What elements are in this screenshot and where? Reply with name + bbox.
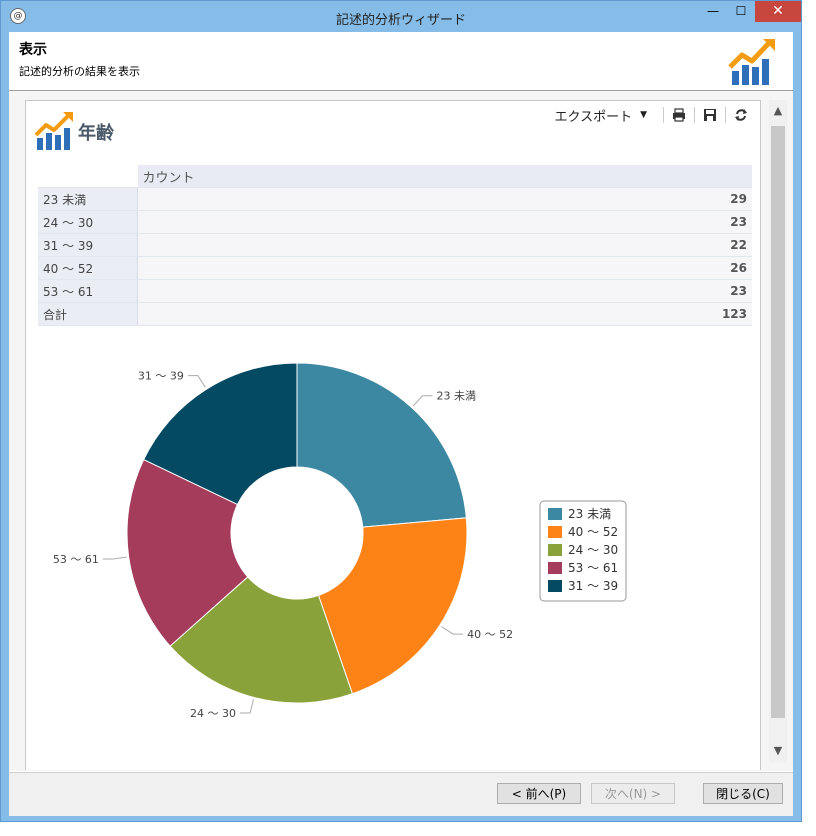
- pie-slice-23[interactable]: [296, 362, 467, 528]
- legend-label[interactable]: 53 ～ 61: [568, 561, 618, 575]
- print-icon[interactable]: [670, 106, 688, 124]
- legend-label[interactable]: 24 ～ 30: [568, 543, 618, 557]
- total-label: 合計: [38, 302, 138, 326]
- window-title: 記述的分析ウィザード: [335, 13, 466, 28]
- vertical-scrollbar[interactable]: ▲ ▼: [769, 100, 787, 762]
- slice-label: 23 未満: [437, 390, 477, 403]
- chart-legend: 23 未満 40 ～ 52 24 ～ 30 53 ～ 61 31 ～ 39: [539, 500, 627, 602]
- column-header-count: カウント: [137, 165, 752, 188]
- table-row: 40 ～ 52 26: [38, 256, 752, 280]
- analytics-chart-icon: [34, 112, 73, 150]
- title-bar: @ 記述的分析ウィザード — ☐ ✕: [1, 1, 801, 32]
- table-row: 53 ～ 61 23: [38, 279, 752, 303]
- legend-swatch: [548, 508, 562, 520]
- age-donut-chart: 23 未満 40 ～ 52 24 ～ 30 53 ～ 61 31 ～ 39 23 未満 40…: [53, 362, 627, 720]
- row-label: 40 ～ 52: [38, 256, 138, 280]
- count-table: カウント 23 未満 29 24 ～ 30 23 31 ～ 39 22 40 ～…: [38, 165, 752, 326]
- slice-leader-line: [441, 626, 464, 635]
- legend-swatch: [548, 562, 562, 574]
- scroll-up-icon[interactable]: ▲: [769, 100, 787, 122]
- table-row: 31 ～ 39 22: [38, 233, 752, 257]
- maximize-button[interactable]: ☐: [727, 1, 755, 22]
- slice-leader-line: [412, 395, 433, 407]
- table-row: 24 ～ 30 23: [38, 210, 752, 234]
- slice-leader-line: [187, 375, 206, 388]
- row-label: 31 ～ 39: [38, 233, 138, 257]
- legend-label[interactable]: 31 ～ 39: [568, 579, 618, 593]
- slice-label: 40 ～ 52: [467, 628, 513, 641]
- save-icon[interactable]: [701, 106, 719, 124]
- page-title: 表示: [19, 42, 47, 58]
- toolbar-separator: [663, 107, 664, 123]
- table-corner-cell: [38, 165, 138, 188]
- legend-swatch: [548, 544, 562, 556]
- row-value: 22: [137, 233, 752, 257]
- window-close-button[interactable]: ✕: [755, 1, 801, 22]
- export-dropdown-arrow-icon[interactable]: ▼: [640, 110, 647, 120]
- scroll-thumb[interactable]: [771, 126, 785, 718]
- refresh-icon[interactable]: [732, 106, 750, 124]
- total-value: 123: [137, 302, 752, 326]
- row-label: 24 ～ 30: [38, 210, 138, 234]
- toolbar-separator: [694, 107, 695, 123]
- analytics-logo-icon: [728, 39, 775, 85]
- legend-swatch: [548, 580, 562, 592]
- export-menu[interactable]: エクスポート: [554, 106, 632, 125]
- next-button[interactable]: 次へ(N) >: [591, 783, 675, 804]
- table-total-row: 合計 123: [38, 302, 752, 326]
- client-area: 表示 記述的分析の結果を表示 年齢 エクスポート ▼ カウント 23 未満 29…: [9, 32, 793, 816]
- panel-title: 年齢: [78, 123, 114, 144]
- page-subtitle: 記述的分析の結果を表示: [19, 65, 140, 78]
- table-row: 23 未満 29: [38, 187, 752, 211]
- close-button[interactable]: 閉じる(C): [703, 783, 783, 804]
- slice-leader-line: [102, 556, 127, 560]
- wizard-header: 表示 記述的分析の結果を表示: [9, 32, 793, 91]
- panel-toolbar: エクスポート ▼: [554, 104, 750, 126]
- row-value: 23: [137, 279, 752, 303]
- slice-label: 24 ～ 30: [190, 707, 236, 720]
- scroll-down-icon[interactable]: ▼: [769, 740, 787, 762]
- table-header-row: カウント: [38, 165, 752, 188]
- result-panel: 年齢 エクスポート ▼ カウント 23 未満 29 24 ～ 30 23 31 …: [25, 100, 761, 770]
- minimize-button[interactable]: —: [699, 1, 727, 22]
- row-label: 23 未満: [38, 187, 138, 211]
- wizard-footer: < 前へ(P) 次へ(N) > 閉じる(C): [9, 772, 793, 816]
- legend-swatch: [548, 526, 562, 538]
- row-value: 29: [137, 187, 752, 211]
- content-area: 年齢 エクスポート ▼ カウント 23 未満 29 24 ～ 30 23 31 …: [9, 91, 793, 771]
- slice-leader-line: [240, 699, 255, 714]
- row-value: 26: [137, 256, 752, 280]
- legend-label[interactable]: 40 ～ 52: [568, 525, 618, 539]
- row-value: 23: [137, 210, 752, 234]
- slice-label: 53 ～ 61: [53, 553, 99, 566]
- wizard-window: @ 記述的分析ウィザード — ☐ ✕ 表示 記述的分析の結果を表示 年齢 エクス…: [0, 0, 802, 822]
- legend-label[interactable]: 23 未満: [568, 507, 611, 521]
- prev-button[interactable]: < 前へ(P): [497, 783, 581, 804]
- row-label: 53 ～ 61: [38, 279, 138, 303]
- toolbar-separator: [725, 107, 726, 123]
- slice-label: 31 ～ 39: [138, 370, 184, 383]
